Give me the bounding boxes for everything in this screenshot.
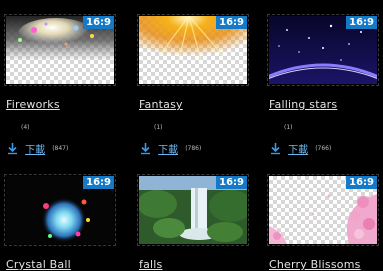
- thumbnail-crystal-ball[interactable]: 16:9: [4, 174, 116, 246]
- effect-title-link[interactable]: falls: [139, 258, 162, 271]
- aspect-ratio-badge: 16:9: [346, 176, 377, 189]
- thumbnail-fireworks[interactable]: 16:9: [4, 14, 116, 86]
- effect-title-link[interactable]: Fireworks: [6, 98, 60, 111]
- download-label[interactable]: 下載: [25, 141, 45, 156]
- download-link[interactable]: 下載 (786): [140, 138, 202, 156]
- item-count: (1): [154, 124, 163, 131]
- download-count: (786): [185, 145, 202, 152]
- thumbnail-falling-stars[interactable]: 16:9: [267, 14, 379, 86]
- item-count: (1): [284, 124, 293, 131]
- download-count: (766): [315, 145, 332, 152]
- aspect-ratio-badge: 16:9: [216, 16, 247, 29]
- download-label[interactable]: 下載: [288, 141, 308, 156]
- effect-title-link[interactable]: Falling stars: [269, 98, 337, 111]
- thumbnail-falls[interactable]: 16:9: [137, 174, 249, 246]
- download-arrow-icon: [141, 142, 150, 154]
- thumbnail-fantasy[interactable]: 16:9: [137, 14, 249, 86]
- aspect-ratio-badge: 16:9: [346, 16, 377, 29]
- download-label[interactable]: 下載: [158, 141, 178, 156]
- download-count: (847): [52, 145, 69, 152]
- aspect-ratio-badge: 16:9: [83, 16, 114, 29]
- thumbnail-cherry-blissoms[interactable]: 16:9: [267, 174, 379, 246]
- aspect-ratio-badge: 16:9: [216, 176, 247, 189]
- item-count: (4): [21, 124, 30, 131]
- download-link[interactable]: 下載 (847): [7, 138, 69, 156]
- download-arrow-icon: [271, 142, 280, 154]
- effect-title-link[interactable]: Crystal Ball: [6, 258, 71, 271]
- download-link[interactable]: 下載 (766): [270, 138, 332, 156]
- aspect-ratio-badge: 16:9: [83, 176, 114, 189]
- effect-title-link[interactable]: Fantasy: [139, 98, 183, 111]
- effect-title-link[interactable]: Cherry Blissoms: [269, 258, 361, 271]
- download-arrow-icon: [8, 142, 17, 154]
